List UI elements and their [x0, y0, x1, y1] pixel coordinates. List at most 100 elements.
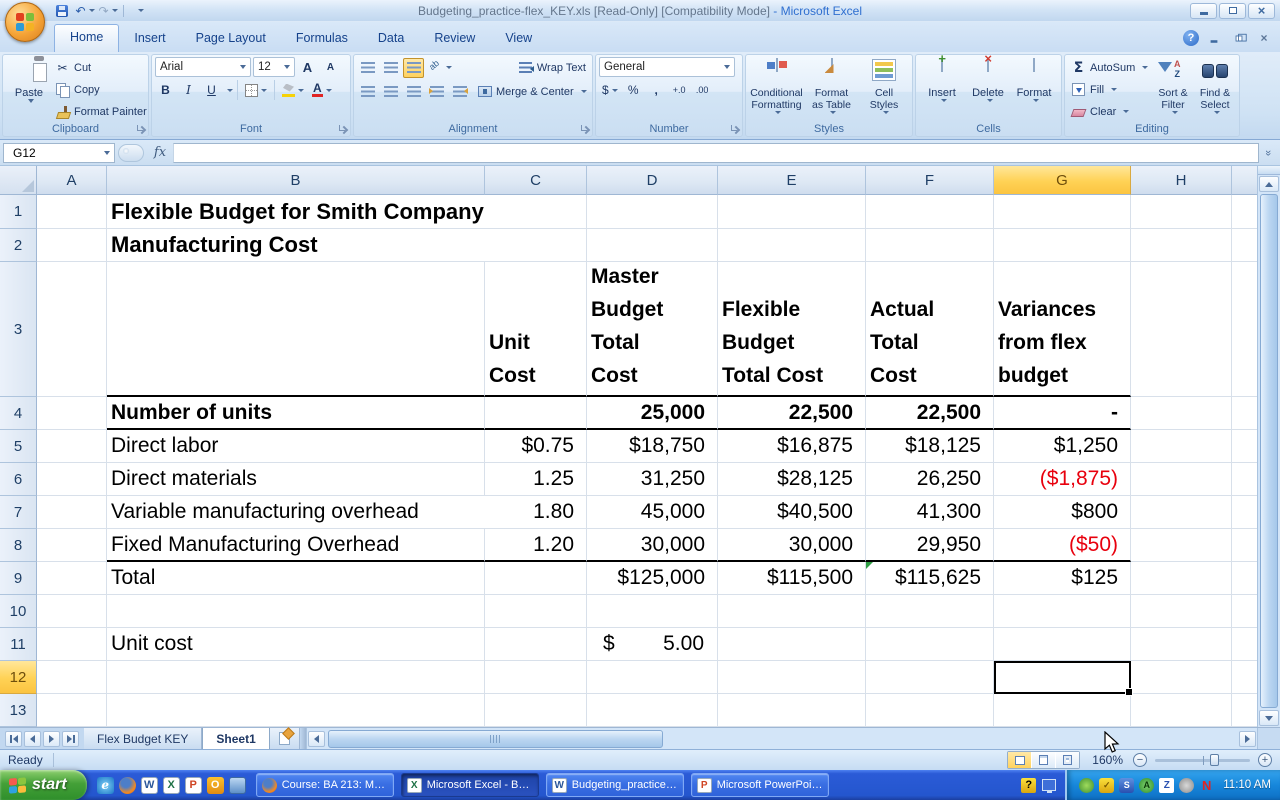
row-header-9[interactable]: 9	[0, 562, 37, 595]
column-header-c[interactable]: C	[485, 166, 587, 195]
top-align-button[interactable]	[357, 58, 378, 78]
shrink-font-button[interactable]: A	[320, 57, 341, 77]
cell-label[interactable]: Direct materials	[107, 463, 485, 496]
cell[interactable]	[1131, 496, 1232, 529]
minimize-button[interactable]	[1190, 3, 1217, 19]
cell[interactable]	[37, 661, 107, 694]
cell-value[interactable]: $1,250	[994, 430, 1131, 463]
previous-sheet-button[interactable]	[24, 731, 41, 747]
cell-value[interactable]: $16,875	[718, 430, 866, 463]
cell[interactable]	[37, 262, 107, 397]
cell-b2-title[interactable]: Manufacturing Cost	[107, 229, 485, 262]
cell-value[interactable]: $115,500	[718, 562, 866, 595]
display-icon[interactable]	[1042, 779, 1056, 791]
cell[interactable]	[1131, 463, 1232, 496]
cell-label[interactable]: Unit cost	[107, 628, 485, 661]
cell-value[interactable]: 1.20	[485, 529, 587, 562]
vertical-scrollbar[interactable]	[1257, 166, 1280, 727]
help-block-icon[interactable]: ?	[1021, 778, 1036, 793]
cell[interactable]	[994, 195, 1131, 229]
sheet-tab-sheet1-active[interactable]: Sheet1	[202, 728, 269, 749]
cell[interactable]	[1131, 430, 1232, 463]
increase-indent-button[interactable]	[449, 82, 470, 102]
column-header-a[interactable]: A	[37, 166, 107, 195]
conditional-formatting-button[interactable]: Conditional Formatting	[749, 57, 804, 123]
dialog-launcher-icon[interactable]	[136, 124, 146, 134]
workbook-close-button[interactable]	[1254, 31, 1274, 45]
fill-color-button[interactable]	[279, 80, 307, 100]
row-header-12-selected[interactable]: 12	[0, 661, 37, 694]
start-button[interactable]: start	[0, 770, 87, 800]
row-header-2[interactable]: 2	[0, 229, 37, 262]
tab-review[interactable]: Review	[419, 26, 490, 52]
column-header-f[interactable]: F	[866, 166, 994, 195]
insert-cells-button[interactable]: Insert	[919, 57, 965, 123]
office-button[interactable]	[5, 2, 45, 42]
cell[interactable]	[37, 628, 107, 661]
excel-icon[interactable]	[163, 777, 180, 794]
row-header-4[interactable]: 4	[0, 397, 37, 430]
comma-style-button[interactable]: ,	[646, 80, 667, 100]
cell-styles-button[interactable]: Cell Styles	[859, 57, 909, 123]
cell[interactable]	[1131, 595, 1232, 628]
cell[interactable]	[587, 195, 718, 229]
cell-value[interactable]: -	[994, 397, 1131, 430]
insert-function-button[interactable]: fx	[147, 145, 173, 160]
scroll-right-button[interactable]	[1239, 731, 1256, 747]
cell-value[interactable]: $0.75	[485, 430, 587, 463]
name-box[interactable]: G12	[3, 143, 115, 163]
cell-value[interactable]: $18,750	[587, 430, 718, 463]
grow-font-button[interactable]: A	[297, 57, 318, 77]
cell-label[interactable]: Direct labor	[107, 430, 485, 463]
font-color-button[interactable]: A	[309, 80, 335, 100]
tray-antivirus-icon[interactable]	[1139, 778, 1154, 793]
cell[interactable]	[994, 595, 1131, 628]
cell-value[interactable]: 1.80	[485, 496, 587, 529]
next-sheet-button[interactable]	[43, 731, 60, 747]
cell[interactable]	[37, 694, 107, 727]
cell[interactable]	[718, 195, 866, 229]
firefox-icon[interactable]	[119, 777, 136, 794]
task-powerpoint[interactable]: Microsoft PowerPoint ...	[691, 773, 829, 797]
cell-label[interactable]: Fixed Manufacturing Overhead	[107, 529, 485, 562]
cell-label[interactable]: Total	[107, 562, 485, 595]
cell-label[interactable]: Variable manufacturing overhead	[107, 496, 485, 529]
cell[interactable]	[1131, 529, 1232, 562]
font-size-select[interactable]: 12	[253, 57, 295, 77]
task-firefox-course[interactable]: Course: BA 213: Man...	[256, 773, 394, 797]
decrease-indent-button[interactable]	[426, 82, 447, 102]
vertical-scroll-thumb[interactable]	[1260, 194, 1278, 708]
cell-value[interactable]: 29,950	[866, 529, 994, 562]
save-button[interactable]	[52, 2, 72, 19]
cell-value[interactable]: 26,250	[866, 463, 994, 496]
scroll-left-button[interactable]	[308, 731, 325, 747]
cell[interactable]	[718, 628, 866, 661]
sort-filter-button[interactable]: AZ Sort & Filter	[1152, 57, 1194, 123]
center-button[interactable]	[380, 82, 401, 102]
cell-value[interactable]: $18,125	[866, 430, 994, 463]
cell[interactable]	[718, 694, 866, 727]
borders-button[interactable]	[242, 80, 270, 100]
expand-formula-bar-icon[interactable]: »	[1262, 144, 1274, 162]
cell[interactable]	[866, 661, 994, 694]
zoom-slider[interactable]	[1155, 759, 1250, 762]
cell-value[interactable]: 30,000	[587, 529, 718, 562]
workbook-minimize-button[interactable]	[1204, 31, 1224, 45]
cell[interactable]	[485, 628, 587, 661]
horizontal-scroll-thumb[interactable]	[328, 730, 663, 748]
select-all-corner[interactable]	[0, 166, 37, 195]
merge-center-button[interactable]: Merge & Center	[474, 81, 590, 102]
cell[interactable]	[37, 562, 107, 595]
workbook-restore-button[interactable]	[1229, 31, 1249, 45]
header-variances[interactable]: Variances from flex budget	[994, 262, 1131, 397]
align-left-button[interactable]	[357, 82, 378, 102]
task-excel-active[interactable]: Microsoft Excel - Bud...	[401, 773, 539, 797]
column-header-b[interactable]: B	[107, 166, 485, 195]
cell[interactable]	[37, 496, 107, 529]
wrap-text-button[interactable]: Wrap Text	[515, 57, 589, 78]
cell-value[interactable]: 45,000	[587, 496, 718, 529]
cell-value[interactable]: $28,125	[718, 463, 866, 496]
powerpoint-icon[interactable]	[185, 777, 202, 794]
cell[interactable]	[587, 229, 718, 262]
cell[interactable]	[107, 694, 485, 727]
